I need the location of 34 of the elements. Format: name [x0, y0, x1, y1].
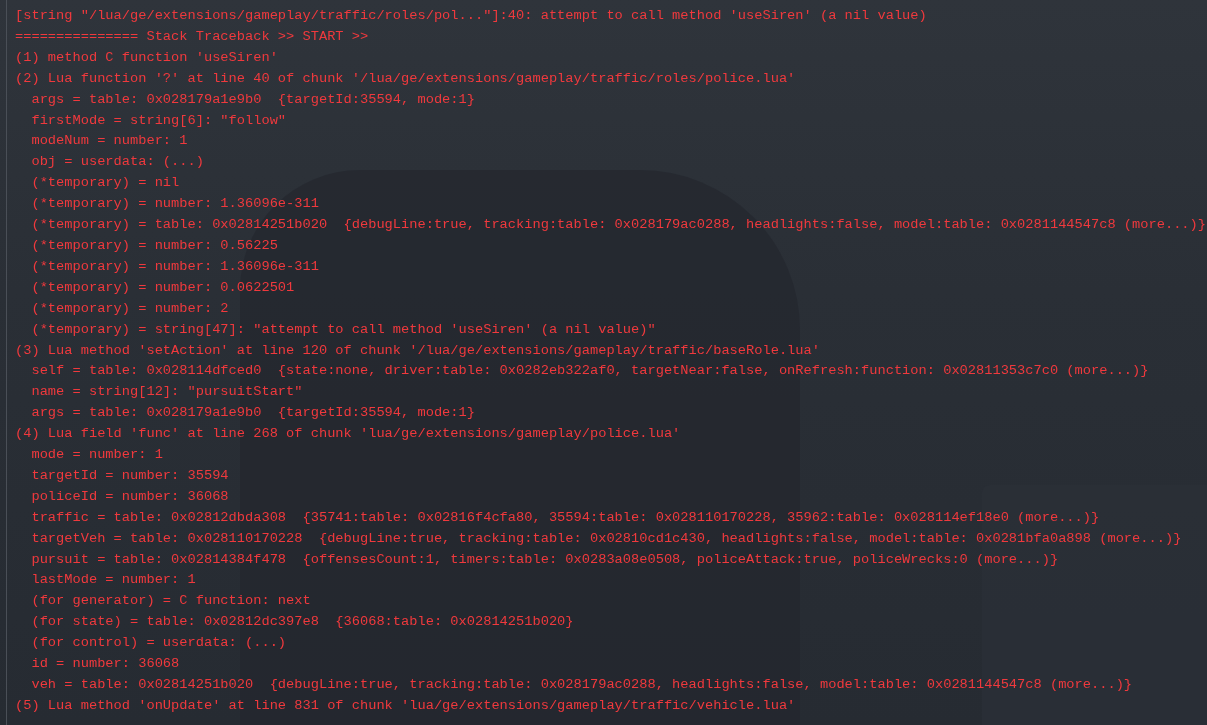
console-line: mode = number: 1: [30, 446, 164, 465]
console-line: (for generator) = C function: next: [30, 592, 312, 611]
console-line: policeId = number: 36068: [30, 487, 230, 506]
console-line: (for control) = userdata: (...): [30, 634, 288, 653]
console-line: args = table: 0x028179a1e9b0 {targetId:35594, mode:1}: [30, 90, 476, 109]
console-line: (*temporary) = number: 0.0622501: [30, 278, 296, 297]
console-line: lastMode = number: 1: [30, 571, 197, 590]
console-line: (3) Lua method 'setAction' at line 120 of chunk '/lua/ge/extensions/gameplay/traffic/baseRole.lua': [15, 341, 821, 360]
console-line: (*temporary) = number: 2: [30, 299, 230, 318]
console-line: (*temporary) = number: 0.56225: [30, 236, 279, 255]
console-line: id = number: 36068: [30, 655, 181, 674]
console-line: firstMode = string[6]: "follow": [30, 111, 288, 130]
console-line: modeNum = number: 1: [30, 132, 189, 151]
console-line: self = table: 0x028114dfced0 {state:none, driver:table: 0x0282eb322af0, targetNear:false, onRefresh:function: 0x02811353c7c0 (more...)}: [30, 362, 1150, 381]
console-line: (*temporary) = table: 0x02814251b020 {debugLine:true, tracking:table: 0x028179ac0288, headlights:false, model:table: 0x0281144547c8 (more...)}: [30, 216, 1207, 235]
console-line: args = table: 0x028179a1e9b0 {targetId:35594, mode:1}: [30, 404, 476, 423]
console-line: name = string[12]: "pursuitStart": [30, 383, 304, 402]
console-line: (*temporary) = number: 1.36096e-311: [30, 257, 320, 276]
console-line: (*temporary) = nil: [30, 174, 181, 193]
console-line: (1) method C function 'useSiren': [15, 48, 279, 67]
console-line: traffic = table: 0x02812dbda308 {35741:table: 0x02816f4cfa80, 35594:table: 0x028110170228, 35962:table: 0x028114ef18e0 (more...)}: [30, 508, 1101, 527]
console-line: (*temporary) = number: 1.36096e-311: [30, 195, 320, 214]
console-line: [string "/lua/ge/extensions/gameplay/traffic/roles/pol..."]:40: attempt to call method 'useSiren' (a nil value): [15, 7, 928, 25]
console-line: targetId = number: 35594: [30, 466, 230, 485]
console-line: (4) Lua field 'func' at line 268 of chunk 'lua/ge/extensions/gameplay/police.lua': [15, 425, 682, 444]
console-line: =============== Stack Traceback >> START >>: [15, 27, 370, 46]
console-line: pursuit = table: 0x02814384f478 {offensesCount:1, timers:table: 0x0283a08e0508, policeAttack:true, policeWrecks:0 (more...)}: [30, 550, 1060, 569]
console-line: targetVeh = table: 0x028110170228 {debugLine:true, tracking:table: 0x02810cd1c430, headlights:false, model:table: 0x0281bfa0a898 (more...)}: [30, 529, 1183, 548]
console-line: (*temporary) = string[47]: "attempt to call method 'useSiren' (a nil value)": [30, 320, 657, 339]
console-line: veh = table: 0x02814251b020 {debugLine:true, tracking:table: 0x028179ac0288, headlights:false, model:table: 0x0281144547c8 (more...)}: [30, 676, 1134, 694]
console-line: obj = userdata: (...): [30, 153, 205, 172]
console-line: (2) Lua function '?' at line 40 of chunk '/lua/ge/extensions/gameplay/traffic/roles/police.lua': [15, 69, 797, 88]
console-line: (for state) = table: 0x02812dc397e8 {36068:table: 0x02814251b020}: [30, 613, 575, 632]
console-line: (5) Lua method 'onUpdate' at line 831 of chunk 'lua/ge/extensions/gameplay/traffic/vehicle.lua': [15, 696, 797, 715]
